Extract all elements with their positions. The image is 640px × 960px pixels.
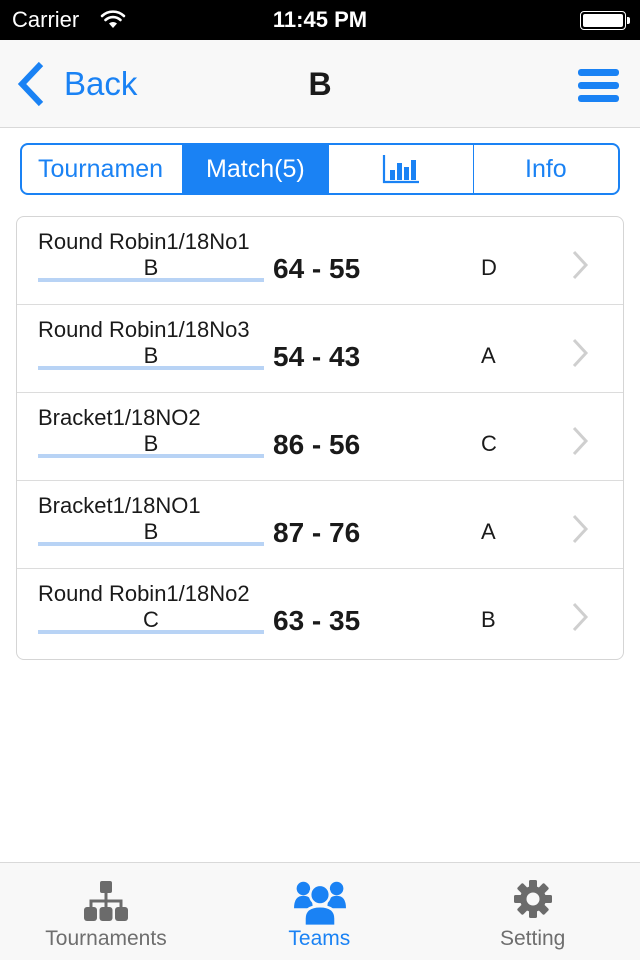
match-name: Round Robin1/18No2: [38, 581, 250, 606]
status-bar: Carrier 11:45 PM: [0, 0, 640, 40]
match-name: Round Robin1/18No1: [38, 229, 250, 254]
match-row[interactable]: Round Robin1/18No1 B 64 - 55 D: [17, 217, 623, 305]
tab-bar: Tournaments Teams Setting: [0, 862, 640, 960]
away-team: D: [481, 255, 497, 280]
sitemap-icon: [84, 881, 128, 921]
match-name: Bracket1/18NO2: [38, 405, 201, 430]
match-row[interactable]: Bracket1/18NO1 B 87 - 76 A: [17, 481, 623, 569]
tab-bar-label: Setting: [499, 927, 566, 950]
match-row[interactable]: Round Robin1/18No2 C 63 - 35 B: [17, 569, 623, 657]
tab-chart[interactable]: [329, 145, 474, 193]
tab-tournament[interactable]: Tournamen: [22, 145, 184, 193]
tab-bar-label: Teams: [288, 927, 351, 950]
tab-match[interactable]: Match(5): [183, 145, 329, 193]
users-icon: [294, 881, 346, 927]
home-team-underline: [38, 542, 264, 546]
match-row[interactable]: Bracket1/18NO2 B 86 - 56 C: [17, 393, 623, 481]
home-team-underline: [38, 630, 264, 634]
match-score: 54 - 43: [273, 341, 361, 372]
clock: 11:45 PM: [272, 7, 368, 32]
gear-icon: [513, 880, 552, 918]
chevron-right-icon: [572, 250, 589, 280]
match-score: 87 - 76: [273, 517, 361, 548]
tab-info-label: Info: [525, 154, 567, 183]
match-row[interactable]: Round Robin1/18No3 B 54 - 43 A: [17, 305, 623, 393]
home-team-underline: [38, 366, 264, 370]
battery-full-icon: [580, 11, 626, 30]
chevron-left-icon: [17, 61, 44, 107]
navigation-bar: Back B: [0, 40, 640, 128]
tab-bar-item-teams[interactable]: Teams: [213, 863, 426, 960]
home-team-underline: [38, 454, 264, 458]
match-list: Round Robin1/18No1 B 64 - 55 D Round Rob…: [16, 216, 624, 660]
segmented-control: Tournamen Match(5) Info: [20, 143, 620, 195]
match-score: 63 - 35: [273, 605, 361, 636]
match-name: Round Robin1/18No3: [38, 317, 250, 342]
match-name: Bracket1/18NO1: [38, 493, 201, 518]
away-team: A: [481, 343, 496, 368]
tab-bar-item-tournaments[interactable]: Tournaments: [0, 863, 213, 960]
hamburger-menu-icon[interactable]: [578, 69, 619, 103]
match-score: 86 - 56: [273, 429, 361, 460]
away-team: B: [481, 607, 496, 632]
chevron-right-icon: [572, 426, 589, 456]
tab-info[interactable]: Info: [474, 145, 618, 193]
home-team-underline: [38, 278, 264, 282]
back-button[interactable]: Back: [16, 60, 137, 108]
away-team: C: [481, 431, 497, 456]
away-team: A: [481, 519, 496, 544]
battery-tip: [627, 17, 630, 24]
tab-bar-item-setting[interactable]: Setting: [427, 863, 640, 960]
tab-match-label: Match(5): [206, 154, 305, 183]
tab-tournament-label: Tournamen: [38, 154, 164, 183]
chevron-right-icon: [572, 514, 589, 544]
chevron-right-icon: [572, 338, 589, 368]
back-label: Back: [64, 65, 138, 102]
chevron-right-icon: [572, 602, 589, 632]
bar-chart-icon: [382, 155, 419, 184]
match-score: 64 - 55: [273, 253, 361, 284]
tab-bar-label: Tournaments: [45, 927, 167, 950]
